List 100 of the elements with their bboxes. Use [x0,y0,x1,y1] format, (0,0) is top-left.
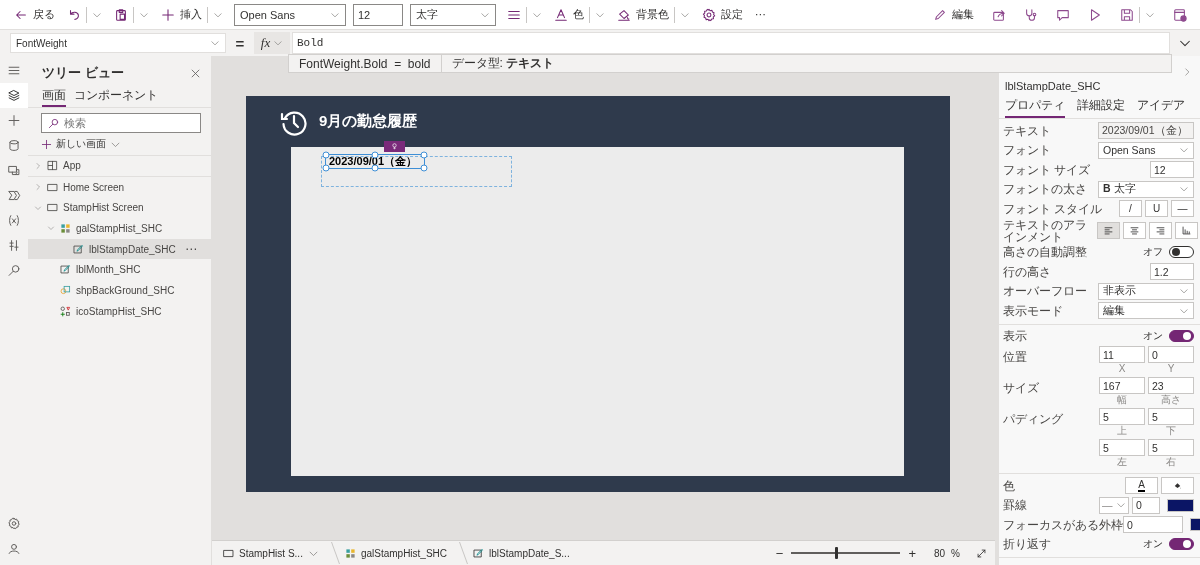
property-label: フォント サイズ [1003,163,1092,176]
dropdown[interactable]: B 太字 [1098,180,1194,198]
color-swatch[interactable] [1167,498,1194,512]
shapes-icon [60,284,71,296]
input-field[interactable]: 5 [1148,439,1194,456]
property-label: フォントの太さ [1003,183,1088,196]
toggle-switch[interactable] [1169,246,1194,259]
toggle-switch[interactable] [1169,538,1194,551]
zoom-value: 80 [933,547,946,559]
save-icon [1120,7,1134,22]
equals-sign: = [234,34,246,52]
property-label: フォーカスがある外枠 [1003,518,1123,531]
more-button[interactable]: ⋯ [751,2,770,27]
property-dropdown[interactable]: FontWeight [10,33,226,53]
input-field[interactable]: 0 [1132,496,1160,514]
field-caption: 左 [1117,456,1127,468]
clipboard-icon [114,7,128,22]
font-size-field[interactable]: 12 [353,3,403,26]
label-icon [473,547,485,559]
dropdown[interactable]: 非表示 [1098,282,1194,300]
align-left-button[interactable] [1097,222,1120,239]
property-label: 行の高さ [1003,265,1052,278]
tab[interactable]: アイデア [1137,96,1185,118]
screen-icon [47,202,58,214]
input-field[interactable]: 0 [1148,346,1194,363]
text-color-button[interactable]: A [1125,477,1158,495]
search-field[interactable]: 検索 [41,113,201,133]
format-button[interactable]: U [1145,200,1168,218]
format-button[interactable]: — [1171,200,1194,218]
tree-item[interactable]: App [28,156,211,177]
tree-item[interactable]: StampHist Screen [28,197,211,219]
property-label: テキストのアラインメント [1003,218,1088,243]
paint-bucket-icon [617,7,631,22]
property-label: 色 [1003,479,1016,492]
pencil-button[interactable]: 編集 [926,2,981,27]
tab[interactable]: コンポーネント [74,86,158,107]
dropdown[interactable]: Open Sans [234,3,346,26]
fx-button[interactable]: fx [254,32,290,54]
property-label: 折り返す [1003,538,1052,551]
plus-button[interactable]: 挿入 [157,2,227,27]
align-left-icon [1103,225,1114,236]
publish-icon [1173,7,1187,22]
font-color-button[interactable]: 色 [550,2,609,27]
align-bottom-button[interactable] [1175,222,1198,239]
icons-icon [60,305,71,317]
field-caption: 右 [1166,456,1176,468]
toggle-switch[interactable] [1169,330,1194,343]
tree-item[interactable]: Home Screen [28,176,211,198]
input-field[interactable]: 5 [1148,408,1194,425]
paint-bucket-button[interactable]: 背景色 [613,2,694,27]
tree-item[interactable]: shpBackGround_SHC [28,280,211,301]
fill-color-button[interactable] [1161,477,1194,495]
tab[interactable]: 画面 [42,86,66,107]
border-style-dropdown[interactable]: — [1099,496,1129,514]
toggle-state: オン [1143,329,1163,344]
dropdown[interactable]: 太字 [410,3,496,26]
arrow-left-button[interactable]: 戻る [10,2,59,27]
format-button[interactable]: / [1119,200,1142,218]
dropdown[interactable]: 編集 [1098,302,1194,320]
zoom-in-button[interactable]: + [906,545,918,561]
formula-field[interactable]: Bold [292,32,1170,54]
percent-sign: % [951,547,960,559]
tree-item[interactable]: icoStampHist_SHC [28,300,211,322]
layers-icon[interactable] [0,83,28,108]
input-field[interactable]: 23 [1148,377,1194,394]
input-field[interactable]: 5 [1099,439,1145,456]
settings-button[interactable]: 設定 [698,2,747,27]
chevron-down-icon [273,38,284,48]
fullscreen-icon[interactable] [976,547,987,559]
breadcrumb[interactable]: lblStampDate_S... [470,545,573,561]
gallery-icon [344,547,356,559]
input-field[interactable]: 1.2 [1150,263,1194,281]
input-field[interactable]: 12 [1150,161,1194,179]
breadcrumb[interactable]: StampHist S... [220,545,322,561]
field-caption: 幅 [1117,394,1127,406]
data-type-text: データ型: テキスト [450,55,556,72]
breadcrumb[interactable]: galStampHist_SHC [341,545,451,561]
property-label: パディング [1003,413,1064,425]
field-caption: Y [1167,363,1175,375]
input-field[interactable]: 11 [1099,346,1145,363]
new-screen-button[interactable]: 新しい画面 [28,135,134,155]
property-label: 表示 [1003,330,1028,343]
input-field[interactable]: 0 [1123,516,1183,534]
slider-thumb[interactable] [834,547,838,559]
zoom-out-button[interactable]: − [773,545,786,561]
tree-item[interactable]: lblStampDate_SHC ⋯ [28,238,211,260]
tree-item[interactable]: lblMonth_SHC [28,259,211,281]
input-field[interactable]: 2023/09/01（金） [1098,122,1194,140]
tab[interactable]: プロパティ [1005,96,1065,118]
close-icon[interactable] [190,67,201,79]
align-right-button[interactable] [1149,222,1172,239]
dropdown[interactable]: Open Sans [1098,141,1194,159]
tree-item[interactable]: galStampHist_SHC [28,218,211,239]
input-field[interactable]: 167 [1099,377,1145,394]
tab[interactable]: 詳細設定 [1077,96,1125,118]
more-button[interactable]: ⋯ [185,242,197,257]
align-center-button[interactable] [1123,222,1146,239]
lightbulb-icon[interactable] [384,141,405,152]
field-caption: 下 [1166,425,1176,437]
input-field[interactable]: 5 [1099,408,1145,425]
